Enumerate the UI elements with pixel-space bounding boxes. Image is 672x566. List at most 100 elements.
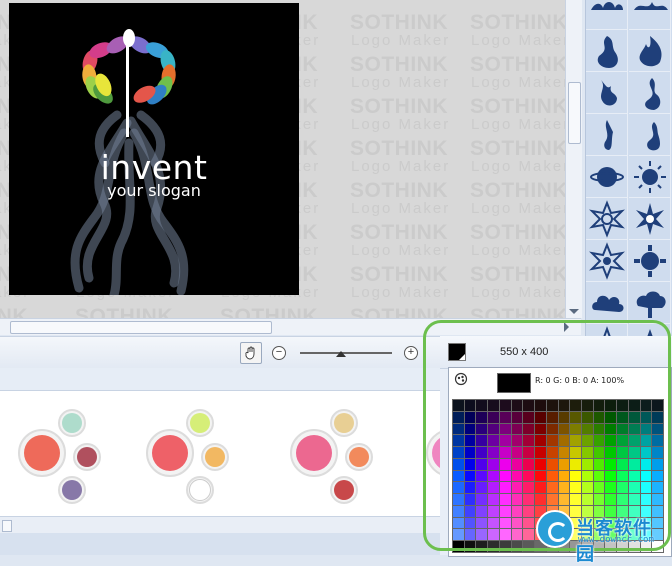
scrollbar-thumb[interactable] bbox=[10, 321, 272, 334]
color-swatch[interactable] bbox=[523, 435, 535, 447]
color-swatch[interactable] bbox=[476, 400, 488, 411]
zoom-slider-thumb[interactable] bbox=[336, 351, 347, 357]
color-swatch[interactable] bbox=[652, 400, 663, 411]
color-swatch[interactable] bbox=[605, 435, 617, 447]
color-swatch[interactable] bbox=[453, 423, 464, 435]
flame-swirl-shape-icon[interactable] bbox=[629, 114, 671, 156]
color-swatch[interactable] bbox=[535, 447, 546, 458]
color-swatch[interactable] bbox=[464, 541, 476, 552]
scroll-right-arrow-icon[interactable] bbox=[564, 322, 569, 332]
color-swatch[interactable] bbox=[546, 470, 558, 482]
color-swatch[interactable] bbox=[628, 423, 640, 435]
color-swatch[interactable] bbox=[593, 470, 605, 482]
canvas-horizontal-scrollbar[interactable] bbox=[0, 318, 581, 335]
color-swatch[interactable] bbox=[535, 470, 546, 482]
color-swatch[interactable] bbox=[640, 423, 652, 435]
color-swatch[interactable] bbox=[511, 411, 523, 423]
color-swatch[interactable] bbox=[523, 494, 535, 505]
color-swatch[interactable] bbox=[581, 458, 593, 470]
color-swatch[interactable] bbox=[546, 423, 558, 435]
color-swatch[interactable] bbox=[546, 411, 558, 423]
scroll-down-arrow-icon[interactable] bbox=[569, 309, 579, 314]
color-swatch[interactable] bbox=[605, 423, 617, 435]
color-swatch[interactable] bbox=[546, 400, 558, 411]
color-swatch[interactable] bbox=[593, 447, 605, 458]
color-swatch[interactable] bbox=[570, 458, 581, 470]
color-swatch[interactable] bbox=[628, 482, 640, 494]
flame-thin-shape-icon[interactable] bbox=[586, 114, 628, 156]
color-swatch[interactable] bbox=[488, 447, 499, 458]
color-swatch[interactable] bbox=[652, 435, 663, 447]
color-swatch[interactable] bbox=[476, 494, 488, 505]
color-swatch[interactable] bbox=[476, 458, 488, 470]
color-swatch[interactable] bbox=[617, 470, 628, 482]
color-swatch[interactable] bbox=[499, 482, 511, 494]
color-swatch[interactable] bbox=[570, 447, 581, 458]
sun-gear-shape-icon[interactable] bbox=[629, 240, 671, 282]
color-swatch[interactable] bbox=[488, 435, 499, 447]
cloud-wave-shape-icon[interactable] bbox=[586, 0, 628, 30]
color-swatch[interactable] bbox=[581, 411, 593, 423]
color-swatch[interactable] bbox=[605, 411, 617, 423]
color-swatch[interactable] bbox=[476, 541, 488, 552]
color-swatch[interactable] bbox=[453, 435, 464, 447]
color-swatch[interactable] bbox=[464, 423, 476, 435]
color-swatch[interactable] bbox=[453, 529, 464, 541]
color-swatch[interactable] bbox=[581, 423, 593, 435]
color-swatch[interactable] bbox=[464, 470, 476, 482]
color-swatch[interactable] bbox=[511, 482, 523, 494]
color-swatch[interactable] bbox=[464, 482, 476, 494]
color-swatch[interactable] bbox=[488, 423, 499, 435]
color-swatch[interactable] bbox=[628, 400, 640, 411]
color-swatch[interactable] bbox=[605, 458, 617, 470]
color-swatch[interactable] bbox=[464, 517, 476, 529]
sun-spike-shape-icon[interactable] bbox=[629, 198, 671, 240]
scrollbar-thumb[interactable] bbox=[2, 520, 12, 532]
color-swatch[interactable] bbox=[581, 494, 593, 505]
logo-artboard[interactable]: invent your slogan bbox=[9, 3, 299, 295]
planet-shape-icon[interactable] bbox=[586, 156, 628, 198]
color-swatch[interactable] bbox=[511, 435, 523, 447]
color-swatch[interactable] bbox=[511, 517, 523, 529]
zoom-out-button[interactable]: − bbox=[272, 346, 286, 360]
color-swatch[interactable] bbox=[476, 505, 488, 517]
color-swatch[interactable] bbox=[652, 458, 663, 470]
color-swatch[interactable] bbox=[558, 458, 570, 470]
color-swatch[interactable] bbox=[488, 517, 499, 529]
color-swatch[interactable] bbox=[640, 482, 652, 494]
color-swatch[interactable] bbox=[628, 458, 640, 470]
color-swatch[interactable] bbox=[511, 447, 523, 458]
color-swatch[interactable] bbox=[628, 494, 640, 505]
color-swatch[interactable] bbox=[581, 482, 593, 494]
color-swatch[interactable] bbox=[488, 470, 499, 482]
color-swatch[interactable] bbox=[535, 482, 546, 494]
color-swatch[interactable] bbox=[523, 411, 535, 423]
color-swatch[interactable] bbox=[593, 435, 605, 447]
color-swatch[interactable] bbox=[558, 482, 570, 494]
color-swatch[interactable] bbox=[499, 423, 511, 435]
color-swatch[interactable] bbox=[570, 482, 581, 494]
color-swatch[interactable] bbox=[593, 494, 605, 505]
color-swatch[interactable] bbox=[464, 529, 476, 541]
color-swatch[interactable] bbox=[558, 400, 570, 411]
color-swatch[interactable] bbox=[652, 482, 663, 494]
color-swatch[interactable] bbox=[605, 482, 617, 494]
color-swatch[interactable] bbox=[511, 505, 523, 517]
color-swatch[interactable] bbox=[476, 470, 488, 482]
color-swatch[interactable] bbox=[535, 400, 546, 411]
color-swatch[interactable] bbox=[464, 435, 476, 447]
color-swatch[interactable] bbox=[499, 458, 511, 470]
color-swatch[interactable] bbox=[581, 470, 593, 482]
color-swatch[interactable] bbox=[558, 423, 570, 435]
color-swatch[interactable] bbox=[499, 447, 511, 458]
color-swatch[interactable] bbox=[523, 447, 535, 458]
color-swatch[interactable] bbox=[453, 458, 464, 470]
color-swatch[interactable] bbox=[605, 494, 617, 505]
scheme-horizontal-scrollbar[interactable] bbox=[0, 516, 440, 533]
color-swatch[interactable] bbox=[640, 494, 652, 505]
canvas-vertical-scrollbar[interactable] bbox=[565, 0, 582, 318]
color-swatch[interactable] bbox=[511, 494, 523, 505]
color-swatch[interactable] bbox=[546, 458, 558, 470]
color-swatch[interactable] bbox=[523, 482, 535, 494]
wave-splash-shape-icon[interactable] bbox=[629, 0, 671, 30]
